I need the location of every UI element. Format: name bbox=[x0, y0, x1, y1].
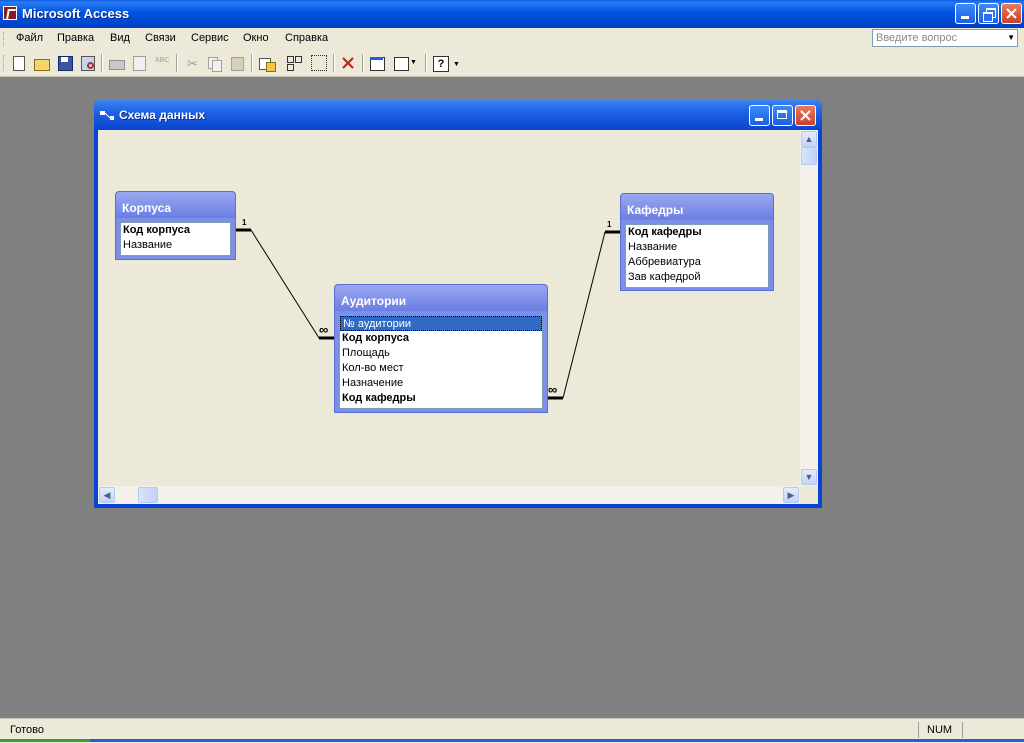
scroll-up-button[interactable]: ▲ bbox=[801, 131, 817, 147]
field-kod-korpusa[interactable]: Код корпуса bbox=[340, 331, 542, 346]
help-icon[interactable]: ? ▼ bbox=[431, 54, 461, 72]
table-korpusa-fields[interactable]: Код корпуса Название bbox=[120, 222, 231, 256]
relationships-client: 1 ∞ 1 ∞ Корпуса Код корпуса Название Каф… bbox=[98, 130, 818, 504]
relation-1-from-label: 1 bbox=[242, 218, 247, 227]
app-titlebar[interactable]: Microsoft Access bbox=[0, 0, 1024, 28]
num-lock-indicator: NUM bbox=[927, 724, 953, 736]
horizontal-scrollbar[interactable]: ◀ ▶ bbox=[98, 486, 800, 504]
field-kod-kafedry[interactable]: Код кафедры bbox=[340, 391, 542, 406]
minimize-icon bbox=[961, 16, 969, 19]
relationships-canvas[interactable]: 1 ∞ 1 ∞ Корпуса Код корпуса Название Каф… bbox=[98, 130, 800, 486]
menu-view[interactable]: Вид bbox=[110, 32, 130, 44]
status-panel-2 bbox=[962, 722, 1021, 738]
field-ploshchad[interactable]: Площадь bbox=[340, 346, 542, 361]
scroll-left-button[interactable]: ◀ bbox=[99, 487, 115, 503]
spelling-icon[interactable]: ABC bbox=[153, 54, 171, 72]
file-search-icon[interactable] bbox=[79, 54, 97, 72]
delete-icon[interactable] bbox=[339, 54, 357, 72]
relationships-title: Схема данных bbox=[119, 108, 205, 122]
table-kafedry[interactable]: Кафедры Код кафедры Название Аббревиатур… bbox=[620, 193, 774, 291]
relation-2-to-label: ∞ bbox=[548, 382, 558, 397]
show-all-icon[interactable] bbox=[310, 54, 328, 72]
menu-bar: Файл Правка Вид Связи Сервис Окно Справк… bbox=[0, 28, 1024, 50]
cut-icon[interactable]: ✂ bbox=[182, 54, 200, 72]
child-close-button[interactable] bbox=[795, 105, 816, 126]
relationships-titlebar[interactable]: Схема данных bbox=[94, 100, 822, 128]
database-window-icon[interactable] bbox=[368, 54, 386, 72]
field-naznachenie[interactable]: Назначение bbox=[340, 376, 542, 391]
open-folder-icon[interactable] bbox=[32, 54, 50, 72]
paste-icon[interactable] bbox=[228, 54, 246, 72]
scroll-right-button[interactable]: ▶ bbox=[783, 487, 799, 503]
child-minimize-button[interactable] bbox=[749, 105, 770, 126]
table-kafedry-title[interactable]: Кафедры bbox=[621, 194, 773, 220]
field-abbreviatura[interactable]: Аббревиатура bbox=[626, 255, 768, 270]
table-auditorii[interactable]: Аудитории № аудитории Код корпуса Площад… bbox=[334, 284, 548, 413]
vertical-scroll-thumb[interactable] bbox=[801, 147, 817, 165]
chevron-down-icon[interactable]: ▼ bbox=[1007, 33, 1015, 42]
restore-button[interactable] bbox=[978, 3, 999, 24]
status-text: Готово bbox=[10, 724, 44, 736]
table-auditorii-fields[interactable]: № аудитории Код корпуса Площадь Кол-во м… bbox=[339, 315, 543, 409]
close-icon bbox=[800, 110, 811, 121]
table-kafedry-fields[interactable]: Код кафедры Название Аббревиатура Зав ка… bbox=[625, 224, 769, 288]
field-kod-kafedry[interactable]: Код кафедры bbox=[626, 225, 768, 240]
show-direct-icon[interactable] bbox=[285, 54, 303, 72]
toolbar-grip[interactable] bbox=[3, 55, 7, 71]
print-icon[interactable] bbox=[107, 54, 125, 72]
relationships-icon bbox=[100, 111, 114, 120]
access-app-icon[interactable] bbox=[3, 6, 17, 20]
table-korpusa[interactable]: Корпуса Код корпуса Название bbox=[115, 191, 236, 260]
table-korpusa-title[interactable]: Корпуса bbox=[116, 192, 235, 218]
ask-question-input[interactable]: Введите вопрос ▼ bbox=[872, 29, 1018, 47]
menu-window[interactable]: Окно bbox=[243, 32, 269, 44]
vertical-scrollbar[interactable]: ▲ ▼ bbox=[800, 130, 818, 486]
new-object-icon[interactable]: ▼ bbox=[392, 54, 420, 72]
save-icon[interactable] bbox=[56, 54, 74, 72]
close-button[interactable] bbox=[1001, 3, 1022, 24]
app-title: Microsoft Access bbox=[22, 6, 130, 21]
menu-edit[interactable]: Правка bbox=[57, 32, 94, 44]
minimize-button[interactable] bbox=[955, 3, 976, 24]
relation-kafedry-auditorii[interactable] bbox=[547, 230, 620, 400]
menu-tools[interactable]: Сервис bbox=[191, 32, 229, 44]
maximize-icon bbox=[777, 110, 787, 119]
field-nazvanie[interactable]: Название bbox=[121, 238, 230, 253]
field-kol-vo-mest[interactable]: Кол-во мест bbox=[340, 361, 542, 376]
menu-relations[interactable]: Связи bbox=[145, 32, 176, 44]
print-preview-icon[interactable] bbox=[130, 54, 148, 72]
menu-help[interactable]: Справка bbox=[285, 32, 328, 44]
show-table-icon[interactable] bbox=[257, 54, 276, 72]
relation-1-to-label: ∞ bbox=[319, 322, 329, 337]
new-file-icon[interactable] bbox=[9, 54, 27, 72]
minimize-icon bbox=[755, 118, 763, 121]
table-auditorii-title[interactable]: Аудитории bbox=[335, 285, 547, 311]
menu-grip[interactable] bbox=[3, 32, 7, 46]
relation-2-from-label: 1 bbox=[607, 220, 612, 229]
scroll-corner bbox=[800, 486, 818, 504]
menu-file[interactable]: Файл bbox=[16, 32, 43, 44]
standard-toolbar: ABC ✂ ▼ ? ▼ bbox=[0, 50, 1024, 77]
field-nazvanie[interactable]: Название bbox=[626, 240, 768, 255]
scroll-down-button[interactable]: ▼ bbox=[801, 469, 817, 485]
field-nomer-auditorii[interactable]: № аудитории bbox=[340, 316, 542, 331]
field-zav-kafedroy[interactable]: Зав кафедрой bbox=[626, 270, 768, 285]
close-icon bbox=[1006, 8, 1017, 19]
copy-icon[interactable] bbox=[205, 54, 223, 72]
ask-question-placeholder: Введите вопрос bbox=[876, 32, 958, 44]
field-kod-korpusa[interactable]: Код корпуса bbox=[121, 223, 230, 238]
child-maximize-button[interactable] bbox=[772, 105, 793, 126]
horizontal-scroll-thumb[interactable] bbox=[138, 487, 158, 503]
relationships-window[interactable]: Схема данных 1 ∞ 1 ∞ Корпуса Код корпуса… bbox=[94, 100, 822, 508]
